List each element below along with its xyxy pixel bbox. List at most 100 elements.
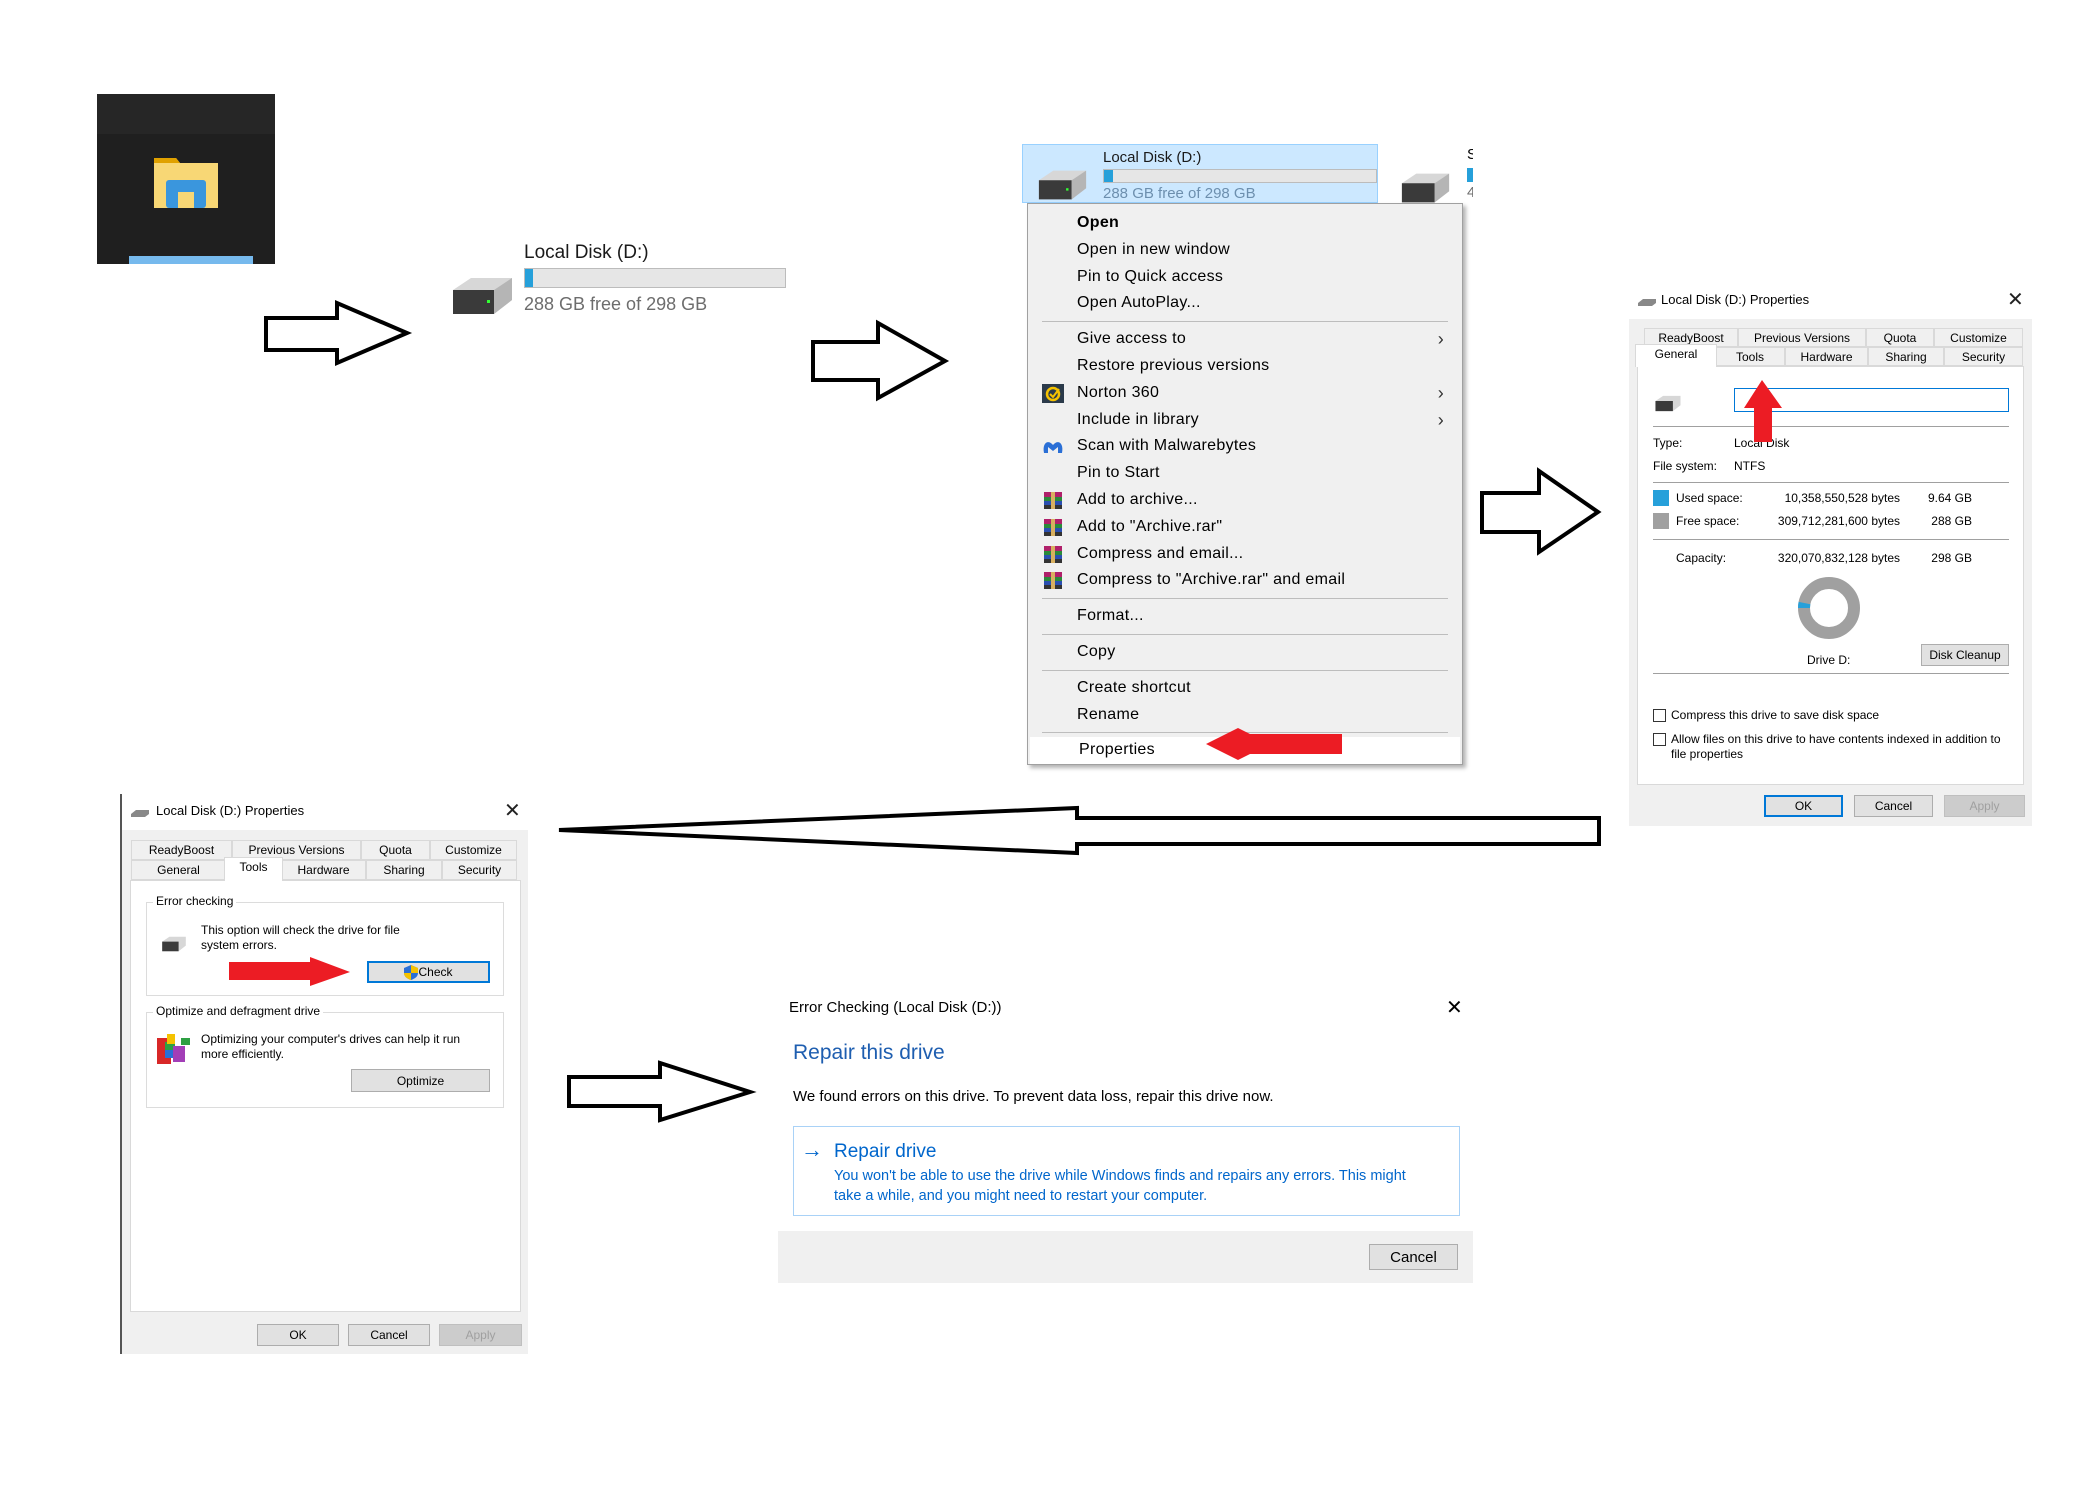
- next-drive-name: S: [1467, 146, 1473, 163]
- menu-item-label: Create shortcut: [1077, 678, 1191, 696]
- step-arrow-3: [1480, 467, 1602, 556]
- close-icon[interactable]: ✕: [504, 798, 521, 823]
- tab-quota[interactable]: Quota: [361, 840, 430, 860]
- tab-security[interactable]: Security: [442, 860, 517, 880]
- menu-item-label: Format...: [1077, 607, 1144, 625]
- tab-security[interactable]: Security: [1944, 347, 2023, 366]
- index-checkbox[interactable]: [1653, 733, 1666, 746]
- next-drive-usage: [1467, 168, 1473, 182]
- close-icon[interactable]: ✕: [1446, 995, 1463, 1020]
- tab-general[interactable]: General: [131, 860, 226, 880]
- winrar-icon: [1042, 491, 1064, 510]
- active-indicator: [129, 256, 253, 264]
- menu-item-compress-to-archive-rar-and-email[interactable]: Compress to "Archive.rar" and email: [1028, 567, 1462, 594]
- uac-shield-icon: [404, 964, 419, 980]
- norton-icon: [1042, 383, 1064, 403]
- properties-dialog-general: Local Disk (D:) Properties ✕ ReadyBoost P…: [1629, 283, 2032, 826]
- winrar-icon: [1042, 545, 1064, 564]
- menu-separator: [1042, 669, 1448, 671]
- tab-readyboost[interactable]: ReadyBoost: [131, 840, 232, 860]
- free-space-swatch: [1653, 513, 1669, 529]
- cancel-button[interactable]: Cancel: [1369, 1244, 1458, 1270]
- divider: [1653, 482, 2009, 483]
- menu-item-label: Pin to Start: [1077, 464, 1160, 482]
- menu-item-label: Compress and email...: [1077, 544, 1244, 562]
- divider: [1653, 673, 2009, 674]
- menu-item-create-shortcut[interactable]: Create shortcut: [1028, 675, 1462, 702]
- tab-hardware[interactable]: Hardware: [281, 860, 366, 880]
- compress-checkbox[interactable]: [1653, 709, 1666, 722]
- tab-customize[interactable]: Customize: [1934, 328, 2023, 347]
- menu-separator: [1042, 598, 1448, 600]
- drive-tile-d[interactable]: Local Disk (D:) 288 GB free of 298 GB: [451, 242, 791, 322]
- menu-item-label: Open AutoPlay...: [1077, 294, 1201, 312]
- tab-sharing[interactable]: Sharing: [1868, 347, 1944, 366]
- file-explorer-icon: [154, 158, 218, 208]
- index-label-line2: file properties: [1671, 747, 1744, 761]
- tab-hardware[interactable]: Hardware: [1785, 347, 1868, 366]
- menu-item-compress-and-email[interactable]: Compress and email...: [1028, 541, 1462, 568]
- ok-button[interactable]: OK: [257, 1324, 339, 1346]
- drive-letter-label: Drive D:: [1807, 653, 1851, 667]
- tab-tools[interactable]: Tools: [224, 857, 283, 881]
- error-checking-text-1: This option will check the drive for fil…: [201, 923, 400, 937]
- check-label: Check: [418, 965, 453, 979]
- menu-item-properties[interactable]: Properties: [1030, 737, 1460, 765]
- close-icon[interactable]: ✕: [2007, 287, 2024, 312]
- tab-general[interactable]: General: [1635, 344, 1717, 367]
- tab-quota[interactable]: Quota: [1866, 328, 1934, 347]
- tab-previous-versions[interactable]: Previous Versions: [1738, 328, 1866, 347]
- next-drive-free: 4: [1467, 184, 1473, 201]
- menu-item-include-in-library[interactable]: Include in library ›: [1028, 407, 1462, 434]
- error-checking-heading: Error checking: [153, 894, 237, 908]
- winrar-icon: [1042, 518, 1064, 537]
- menu-item-open-autoplay[interactable]: Open AutoPlay...: [1028, 290, 1462, 317]
- tab-customize[interactable]: Customize: [430, 840, 517, 860]
- menu-item-rename[interactable]: Rename: [1028, 702, 1462, 729]
- menu-item-add-to-archive-rar[interactable]: Add to "Archive.rar": [1028, 514, 1462, 541]
- dialog-heading: Repair this drive: [793, 1041, 945, 1064]
- repair-drive-desc-2: take a while, and you might need to rest…: [834, 1188, 1208, 1204]
- cancel-button[interactable]: Cancel: [1854, 795, 1933, 817]
- tab-sharing[interactable]: Sharing: [366, 860, 442, 880]
- repair-drive-option[interactable]: → Repair drive You won't be able to use …: [793, 1126, 1460, 1216]
- menu-item-label: Open: [1077, 214, 1120, 231]
- ok-button[interactable]: OK: [1764, 795, 1843, 817]
- red-arrow-tools-tab: [1744, 380, 1782, 442]
- taskbar-file-explorer-button[interactable]: [97, 94, 275, 264]
- usage-donut-chart: [1798, 577, 1860, 639]
- menu-item-give-access-to[interactable]: Give access to ›: [1028, 326, 1462, 353]
- menu-item-norton-360[interactable]: Norton 360 ›: [1028, 380, 1462, 407]
- menu-item-label: Copy: [1077, 642, 1116, 660]
- cancel-button[interactable]: Cancel: [348, 1324, 430, 1346]
- optimize-button[interactable]: Optimize: [351, 1069, 490, 1092]
- error-message: We found errors on this drive. To preven…: [793, 1088, 1274, 1105]
- check-button[interactable]: Check: [367, 961, 490, 983]
- menu-item-open[interactable]: Open: [1028, 210, 1462, 237]
- apply-button[interactable]: Apply: [439, 1324, 522, 1346]
- usage-fill: [1104, 170, 1113, 182]
- free-space-bytes: 309,712,281,600 bytes: [1777, 514, 1900, 528]
- drive-icon: [131, 810, 149, 817]
- menu-item-pin-to-quick-access[interactable]: Pin to Quick access: [1028, 264, 1462, 291]
- disk-cleanup-button[interactable]: Disk Cleanup: [1921, 644, 2009, 666]
- drive-usage-bar: [524, 268, 786, 288]
- capacity-gb: 298 GB: [1931, 551, 1972, 565]
- menu-item-open-in-new-window[interactable]: Open in new window: [1028, 237, 1462, 264]
- menu-item-format[interactable]: Format...: [1028, 603, 1462, 630]
- menu-item-label: Scan with Malwarebytes: [1077, 437, 1257, 455]
- drive-tile-d-selected[interactable]: Local Disk (D:) 288 GB free of 298 GB: [1022, 144, 1378, 203]
- tab-tools[interactable]: Tools: [1715, 347, 1785, 366]
- divider: [1653, 539, 2009, 540]
- menu-item-pin-to-start[interactable]: Pin to Start: [1028, 460, 1462, 487]
- winrar-icon: [1042, 571, 1064, 590]
- drive-name: Local Disk (D:): [524, 242, 649, 263]
- menu-item-scan-with-malwarebytes[interactable]: Scan with Malwarebytes: [1028, 433, 1462, 460]
- menu-item-copy[interactable]: Copy: [1028, 639, 1462, 666]
- menu-item-restore-previous-versions[interactable]: Restore previous versions: [1028, 353, 1462, 380]
- menu-item-add-to-archive[interactable]: Add to archive...: [1028, 487, 1462, 514]
- apply-button[interactable]: Apply: [1944, 795, 2025, 817]
- chevron-right-icon: ›: [1437, 409, 1444, 430]
- file-system-label: File system:: [1653, 459, 1718, 473]
- hard-drive-icon: [1655, 395, 1681, 412]
